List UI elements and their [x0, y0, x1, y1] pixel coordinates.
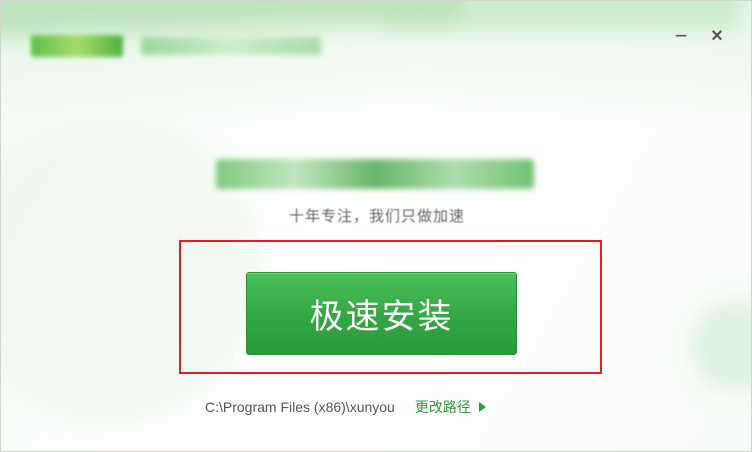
close-button[interactable]: ×	[704, 23, 730, 49]
change-path-link[interactable]: 更改路径	[415, 397, 486, 417]
change-path-label: 更改路径	[414, 399, 471, 415]
slogan-text: 十年专注，我们只做加速	[288, 208, 465, 225]
app-logo-icon	[31, 35, 123, 57]
triangle-right-icon	[478, 402, 486, 412]
product-headline-blurred	[216, 159, 534, 189]
minimize-button[interactable]: −	[668, 23, 694, 49]
install-path-text: C:\Program Files (x86)\xunyou	[205, 399, 395, 415]
background-decoration	[691, 301, 751, 391]
app-name-blurred	[141, 37, 321, 55]
installer-window: − × 十年专注，我们只做加速 极速安装 C:\Program Files (x…	[0, 0, 752, 452]
quick-install-button[interactable]: 极速安装	[246, 272, 517, 355]
install-path-row: C:\Program Files (x86)\xunyou 更改路径	[205, 397, 486, 417]
